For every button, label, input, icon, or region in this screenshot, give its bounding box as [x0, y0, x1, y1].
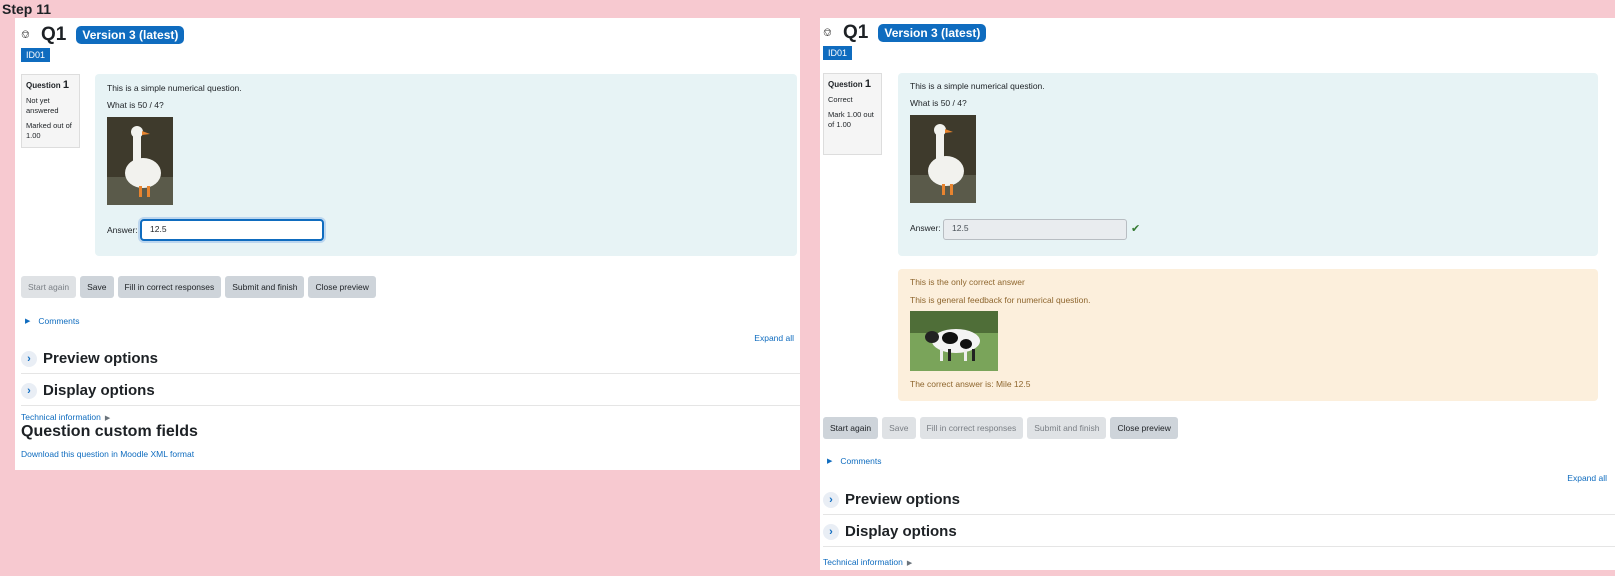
question-formulation: This is a simple numerical question. Wha…: [95, 74, 797, 256]
question-info-box: Question 1 Not yet answered Marked out o…: [21, 74, 80, 148]
expand-all-link[interactable]: Expand all: [1567, 473, 1607, 483]
left-preview-panel: ⎊ Q1 Version 3 (latest) ID01 Question 1 …: [15, 18, 800, 470]
chevron-right-icon: ›: [21, 382, 37, 399]
fill-correct-button[interactable]: Fill in correct responses: [919, 417, 1024, 439]
question-number: Question 1: [26, 79, 70, 91]
question-mark: Mark 1.00 out of 1.00: [828, 110, 874, 129]
question-state: Not yet answered: [26, 96, 59, 115]
display-options-section[interactable]: › Display options: [21, 376, 800, 406]
question-prompt: What is 50 / 4?: [107, 100, 164, 110]
question-mark: Marked out of 1.00: [26, 121, 72, 140]
pin-icon[interactable]: ⎊: [21, 29, 37, 42]
caret-right-icon: ▶: [827, 458, 833, 465]
answer-input[interactable]: 12.5: [140, 219, 324, 241]
display-options-section[interactable]: › Display options: [823, 517, 1615, 547]
question-name: Q1: [41, 24, 67, 45]
save-button[interactable]: Save: [80, 276, 114, 298]
right-preview-panel: ⎊ Q1 Version 3 (latest) ID01 Question 1 …: [820, 18, 1615, 570]
answer-label: Answer:: [107, 225, 138, 235]
start-again-button[interactable]: Start again: [21, 276, 77, 298]
id-badge: ID01: [823, 46, 853, 60]
general-feedback: This is general feedback for numerical q…: [910, 295, 1091, 305]
question-number: Question 1: [828, 78, 872, 90]
comments-toggle[interactable]: ▶ Comments: [827, 456, 881, 466]
version-badge: Version 3 (latest): [76, 26, 185, 44]
question-info-box: Question 1 Correct Mark 1.00 out of 1.00: [823, 73, 882, 155]
chevron-right-icon: ›: [21, 350, 37, 367]
right-answer: The correct answer is: Mile 12.5: [910, 379, 1031, 389]
preview-buttons: Start again Save Fill in correct respons…: [823, 417, 1178, 439]
version-badge: Version 3 (latest): [878, 24, 987, 42]
question-prompt: What is 50 / 4?: [910, 98, 967, 108]
chevron-right-icon: ›: [823, 491, 839, 508]
goose-image: [107, 117, 173, 205]
close-preview-button[interactable]: Close preview: [1110, 417, 1178, 439]
question-formulation: This is a simple numerical question. Wha…: [898, 73, 1598, 256]
triangle-right-icon: ▶: [104, 415, 111, 422]
answer-input: 12.5: [943, 219, 1127, 240]
preview-options-section[interactable]: › Preview options: [21, 344, 800, 374]
goose-image: [910, 115, 976, 203]
specific-feedback: This is the only correct answer: [910, 277, 1025, 287]
question-text: This is a simple numerical question.: [910, 81, 1045, 91]
check-icon: ✔: [1131, 223, 1141, 235]
start-again-button[interactable]: Start again: [823, 417, 879, 439]
save-button[interactable]: Save: [882, 417, 916, 439]
triangle-right-icon: ▶: [906, 560, 913, 567]
custom-fields-title: Question custom fields: [21, 423, 198, 440]
expand-all-link[interactable]: Expand all: [754, 333, 794, 343]
question-name: Q1: [843, 22, 869, 43]
submit-finish-button[interactable]: Submit and finish: [1027, 417, 1107, 439]
chevron-right-icon: ›: [823, 523, 839, 540]
step-label: Step 11: [2, 1, 52, 17]
comments-toggle[interactable]: ▶ Comments: [25, 316, 79, 326]
preview-buttons: Start again Save Fill in correct respons…: [21, 276, 376, 298]
question-header: ⎊ Q1 Version 3 (latest): [21, 24, 185, 46]
feedback-box: This is the only correct answer This is …: [898, 269, 1598, 401]
pin-icon[interactable]: ⎊: [823, 27, 839, 40]
question-state: Correct: [828, 95, 853, 104]
question-text: This is a simple numerical question.: [107, 83, 242, 93]
technical-info-toggle[interactable]: Technical information ▶: [823, 557, 912, 567]
cow-image: [910, 311, 998, 371]
question-header: ⎊ Q1 Version 3 (latest): [823, 22, 987, 44]
caret-right-icon: ▶: [25, 318, 31, 325]
fill-correct-button[interactable]: Fill in correct responses: [117, 276, 222, 298]
technical-info-toggle[interactable]: Technical information ▶: [21, 412, 110, 422]
submit-finish-button[interactable]: Submit and finish: [225, 276, 305, 298]
download-xml-link[interactable]: Download this question in Moodle XML for…: [21, 449, 194, 459]
close-preview-button[interactable]: Close preview: [308, 276, 376, 298]
preview-options-section[interactable]: › Preview options: [823, 485, 1615, 515]
id-badge: ID01: [21, 48, 51, 62]
answer-label: Answer:: [910, 223, 941, 233]
